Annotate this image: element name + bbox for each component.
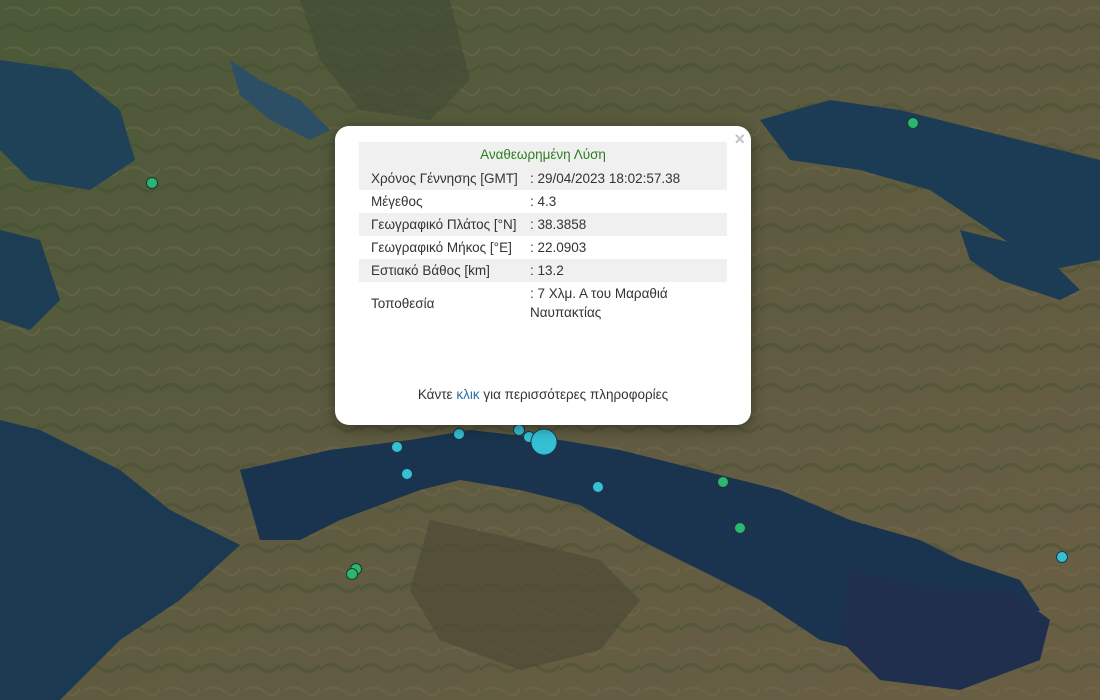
earthquake-marker[interactable]: [734, 522, 746, 534]
earthquake-marker[interactable]: [513, 424, 525, 436]
earthquake-marker[interactable]: [146, 177, 158, 189]
earthquake-info-popup: × Αναθεωρημένη Λύση Χρόνος Γέννησης [GMT…: [335, 126, 751, 425]
row-value: : 4.3: [530, 194, 557, 209]
earthquake-marker[interactable]: [717, 476, 729, 488]
footer-text-before: Κάντε: [417, 387, 457, 402]
table-row: Τοποθεσία : 7 Χλμ. Α του Μαραθιά Ναυπακτ…: [359, 282, 727, 324]
earthquake-marker[interactable]: [346, 568, 358, 580]
row-label: Εστιακό Βάθος [km]: [359, 259, 526, 282]
earthquake-marker[interactable]: [453, 428, 465, 440]
row-label: Χρόνος Γέννησης [GMT]: [359, 167, 526, 190]
row-label: Γεωγραφικό Πλάτος [°N]: [359, 213, 526, 236]
row-value: : 13.2: [526, 259, 727, 282]
more-info-link[interactable]: κλικ: [456, 387, 479, 402]
table-row: Χρόνος Γέννησης [GMT] : 29/04/2023 18:02…: [359, 167, 727, 190]
table-row: Γεωγραφικό Μήκος [°E] : 22.0903: [359, 236, 727, 259]
table-row: Εστιακό Βάθος [km] : 13.2: [359, 259, 727, 282]
earthquake-marker[interactable]: [592, 481, 604, 493]
earthquake-marker[interactable]: [540, 438, 550, 448]
info-table: Αναθεωρημένη Λύση Χρόνος Γέννησης [GMT] …: [359, 142, 727, 324]
earthquake-marker[interactable]: [401, 468, 413, 480]
row-value: : 38.3858: [526, 213, 727, 236]
row-label: Μέγεθος: [371, 194, 423, 209]
earthquake-marker[interactable]: [907, 117, 919, 129]
row-value: : 22.0903: [530, 240, 587, 255]
popup-footer: Κάντε κλικ για περισσότερες πληροφορίες: [335, 387, 751, 402]
row-value: : 7 Χλμ. Α του Μαραθιά Ναυπακτίας: [530, 286, 668, 320]
row-label: Γεωγραφικό Μήκος [°E]: [371, 240, 512, 255]
table-row: Μέγεθος : 4.3: [359, 190, 727, 213]
earthquake-marker[interactable]: [1056, 551, 1068, 563]
row-value: : 29/04/2023 18:02:57.38: [526, 167, 727, 190]
table-row: Γεωγραφικό Πλάτος [°N] : 38.3858: [359, 213, 727, 236]
popup-header: Αναθεωρημένη Λύση: [359, 142, 727, 167]
row-label: Τοποθεσία: [371, 295, 435, 311]
footer-text-after: για περισσότερες πληροφορίες: [479, 387, 669, 402]
close-icon[interactable]: ×: [734, 128, 745, 150]
earthquake-marker[interactable]: [391, 441, 403, 453]
table-header-row: Αναθεωρημένη Λύση: [359, 142, 727, 167]
